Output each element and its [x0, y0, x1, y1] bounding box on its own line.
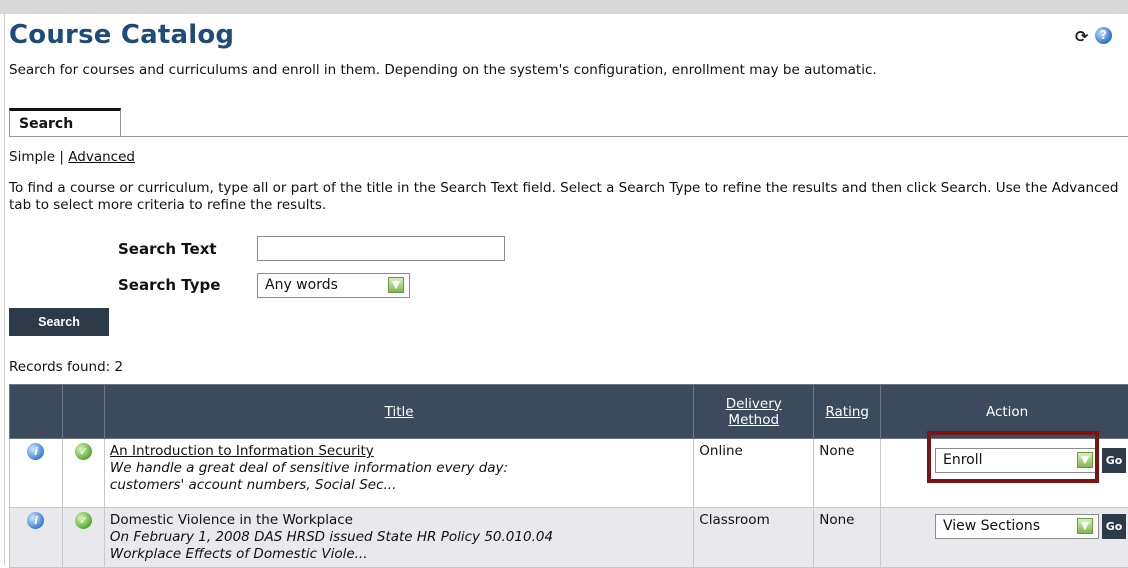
tab-bar: Search [9, 108, 1128, 137]
chevron-down-icon: ▼ [388, 277, 404, 293]
page-title: Course Catalog [9, 20, 234, 50]
search-text-input[interactable] [257, 236, 505, 261]
page-description: Search for courses and curriculums and e… [9, 62, 1089, 79]
rating: None [814, 439, 881, 508]
col-status [62, 385, 104, 439]
search-instructions: To find a course or curriculum, type all… [9, 180, 1124, 214]
tab-search[interactable]: Search [9, 108, 121, 136]
col-rating: Rating [814, 385, 881, 439]
col-info [10, 385, 63, 439]
go-button[interactable]: Go [1102, 448, 1126, 473]
title-sort-link[interactable]: Title [385, 404, 414, 420]
rating: None [814, 508, 881, 568]
go-button[interactable]: Go [1102, 514, 1126, 539]
records-count: Records found: 2 [9, 359, 123, 375]
course-description: We handle a great deal of sensitive info… [110, 460, 508, 476]
mode-simple: Simple [9, 149, 55, 165]
search-text-label: Search Text [118, 240, 217, 258]
check-icon: ✓ [75, 443, 92, 460]
help-icon[interactable]: ? [1095, 27, 1112, 44]
delivery-method: Classroom [694, 508, 814, 568]
course-title-link[interactable]: An Introduction to Information Security [110, 443, 374, 459]
info-icon[interactable]: i [27, 512, 44, 529]
mode-advanced-link[interactable]: Advanced [68, 149, 135, 165]
search-type-label: Search Type [118, 276, 220, 294]
highlight-box [927, 431, 1099, 483]
col-title: Title [104, 385, 693, 439]
course-title[interactable]: Domestic Violence in the Workplace [110, 512, 353, 528]
course-description: Workplace Effects of Domestic Viole... [110, 546, 368, 562]
search-button[interactable]: Search [9, 308, 109, 336]
mode-separator: | [59, 149, 64, 165]
check-icon: ✓ [75, 512, 92, 529]
course-description: customers' account numbers, Social Sec..… [110, 477, 396, 493]
action-select[interactable]: View Sections ▼ [935, 514, 1099, 539]
top-band [0, 0, 1128, 14]
course-description: On February 1, 2008 DAS HRSD issued Stat… [110, 529, 553, 545]
refresh-icon[interactable]: ⟳ [1075, 27, 1088, 46]
delivery-method: Online [694, 439, 814, 508]
rating-sort-link[interactable]: Rating [825, 404, 869, 420]
info-icon[interactable]: i [27, 443, 44, 460]
search-mode-switch: Simple | Advanced [9, 149, 135, 165]
col-delivery: DeliveryMethod [694, 385, 814, 439]
delivery-sort-link[interactable]: DeliveryMethod [726, 396, 782, 428]
search-type-select[interactable]: Any words ▼ [257, 273, 410, 298]
chevron-down-icon: ▼ [1077, 518, 1093, 534]
